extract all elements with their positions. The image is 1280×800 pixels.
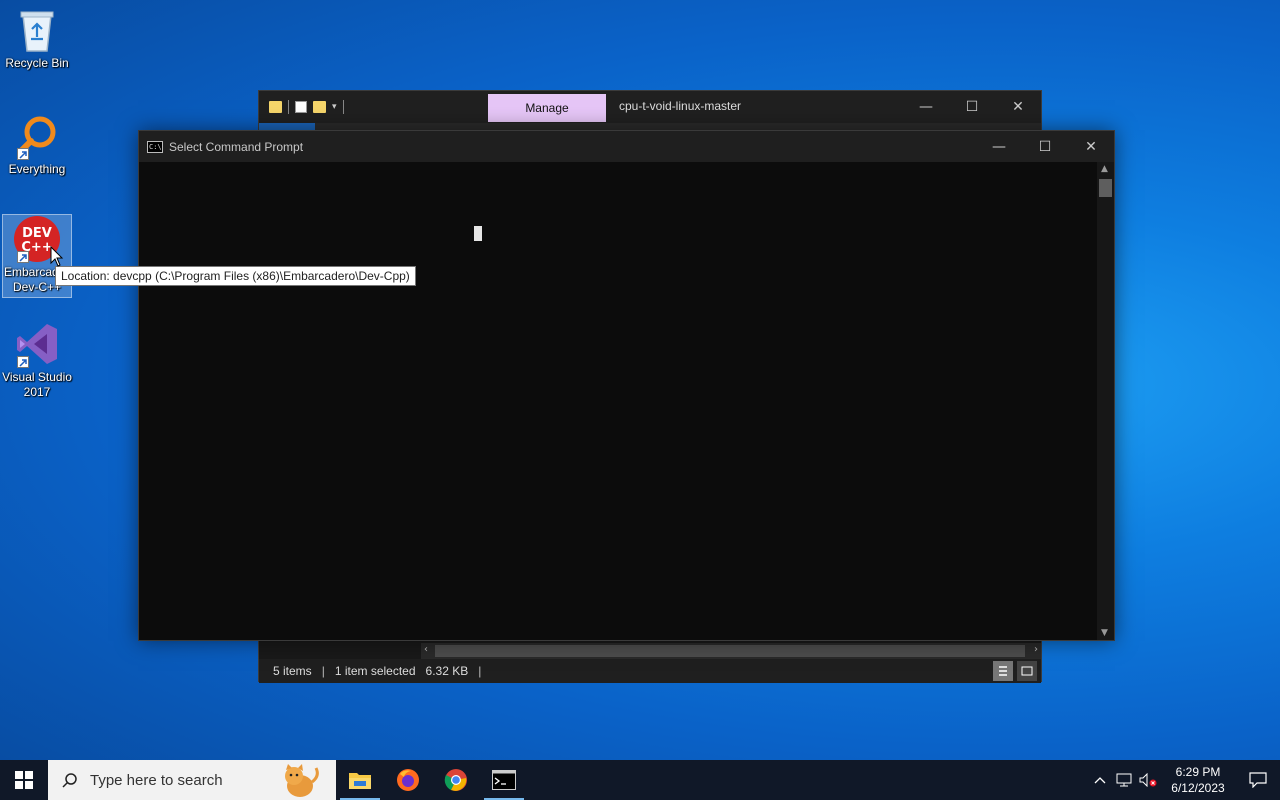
view-buttons — [993, 661, 1037, 681]
network-icon[interactable] — [1112, 760, 1136, 800]
quick-access-toolbar: ▾ — [259, 100, 344, 114]
command-prompt-icon — [492, 770, 516, 790]
window-controls: — ☐ ✕ — [976, 131, 1114, 162]
firefox-icon — [397, 769, 419, 791]
shortcut-arrow-icon — [17, 356, 29, 368]
desktop-icon-label: Recycle Bin — [5, 56, 69, 70]
scrollbar-thumb[interactable] — [1099, 179, 1112, 197]
selection-size: 6.32 KB — [425, 664, 469, 678]
toolbar-divider — [342, 100, 344, 114]
chrome-icon — [444, 769, 467, 791]
volume-muted-icon[interactable] — [1136, 760, 1160, 800]
clock-time: 6:29 PM — [1175, 765, 1221, 779]
large-icons-view-icon[interactable] — [1017, 661, 1037, 681]
command-prompt-window[interactable]: C:\ Select Command Prompt — ☐ ✕ ▲ ▼ — [138, 130, 1115, 641]
window-title: cpu-t-void-linux-master — [619, 99, 742, 113]
details-view-icon[interactable] — [993, 661, 1013, 681]
scroll-down-icon[interactable]: ▼ — [1101, 628, 1108, 638]
search-placeholder: Type here to search — [90, 771, 223, 789]
desktop-icon-label: Visual Studio 2017 — [2, 370, 72, 399]
svg-text:DEV: DEV — [22, 226, 52, 241]
chevron-down-icon[interactable]: ▾ — [332, 102, 337, 112]
taskbar-firefox[interactable] — [384, 760, 432, 800]
selection-cursor — [474, 226, 482, 241]
folder-icon[interactable] — [269, 101, 282, 113]
new-folder-icon[interactable] — [313, 101, 326, 113]
taskbar-chrome[interactable] — [432, 760, 480, 800]
status-bar: 5 items | 1 item selected 6.32 KB | — [259, 659, 1041, 683]
shortcut-arrow-icon — [17, 148, 29, 160]
scroll-right-icon[interactable]: › — [1034, 644, 1038, 655]
scroll-left-icon[interactable]: ‹ — [424, 644, 428, 655]
taskbar-search-box[interactable]: Type here to search — [48, 760, 336, 800]
system-tray: 6:29 PM 6/12/2023 — [1088, 760, 1280, 800]
recycle-bin-icon — [13, 6, 61, 54]
chevron-up-icon[interactable] — [1088, 760, 1112, 800]
window-title: Select Command Prompt — [169, 139, 304, 154]
clock-date: 6/12/2023 — [1171, 781, 1225, 795]
search-highlight-cat-icon — [285, 764, 319, 797]
toolbar-divider — [288, 100, 289, 114]
properties-icon[interactable] — [295, 101, 307, 113]
cmd-titlebar[interactable]: C:\ Select Command Prompt — ☐ ✕ — [139, 131, 1114, 162]
desktop-icon-label: Everything — [8, 162, 66, 176]
mouse-pointer-icon — [50, 246, 64, 267]
close-icon[interactable]: ✕ — [1068, 131, 1114, 162]
taskbar: Type here to search 6:29 PM 6/12/2023 — [0, 760, 1280, 800]
taskbar-command-prompt[interactable] — [480, 760, 528, 800]
close-icon[interactable]: ✕ — [995, 91, 1041, 123]
scroll-up-icon[interactable]: ▲ — [1101, 164, 1108, 174]
desktop-icon-recycle-bin[interactable]: Recycle Bin — [2, 6, 72, 71]
status-divider: | — [321, 664, 325, 678]
explorer-titlebar[interactable]: ▾ Manage cpu-t-void-linux-master — ☐ ✕ — [259, 91, 1041, 123]
console-area[interactable] — [139, 162, 1097, 640]
search-icon — [62, 773, 77, 788]
desktop-icon-everything[interactable]: Everything — [2, 112, 72, 177]
visual-studio-icon — [13, 320, 61, 368]
system-clock[interactable]: 6:29 PM 6/12/2023 — [1160, 764, 1236, 796]
file-explorer-icon — [349, 773, 371, 789]
maximize-icon[interactable]: ☐ — [949, 91, 995, 123]
desktop-icon-visual-studio[interactable]: Visual Studio 2017 — [2, 320, 72, 400]
shortcut-arrow-icon — [17, 251, 29, 263]
action-center-button[interactable] — [1236, 760, 1280, 800]
windows-logo-icon — [15, 771, 33, 789]
everything-search-icon — [13, 112, 61, 160]
notification-icon — [1249, 772, 1267, 788]
manage-tab[interactable]: Manage — [488, 94, 606, 122]
cmd-icon: C:\ — [147, 140, 163, 153]
item-count: 5 items — [273, 664, 312, 678]
selection-count: 1 item selected — [334, 664, 416, 678]
vertical-scrollbar[interactable]: ▲ ▼ — [1097, 162, 1114, 640]
minimize-icon[interactable]: — — [903, 91, 949, 123]
location-tooltip: Location: devcpp (C:\Program Files (x86)… — [55, 266, 416, 286]
start-button[interactable] — [0, 760, 48, 800]
window-controls: — ☐ ✕ — [903, 91, 1041, 123]
horizontal-scrollbar[interactable]: ‹ › — [421, 643, 1041, 659]
scrollbar-thumb[interactable] — [435, 645, 1025, 657]
taskbar-file-explorer[interactable] — [336, 760, 384, 800]
minimize-icon[interactable]: — — [976, 131, 1022, 162]
maximize-icon[interactable]: ☐ — [1022, 131, 1068, 162]
status-divider: | — [478, 664, 482, 678]
